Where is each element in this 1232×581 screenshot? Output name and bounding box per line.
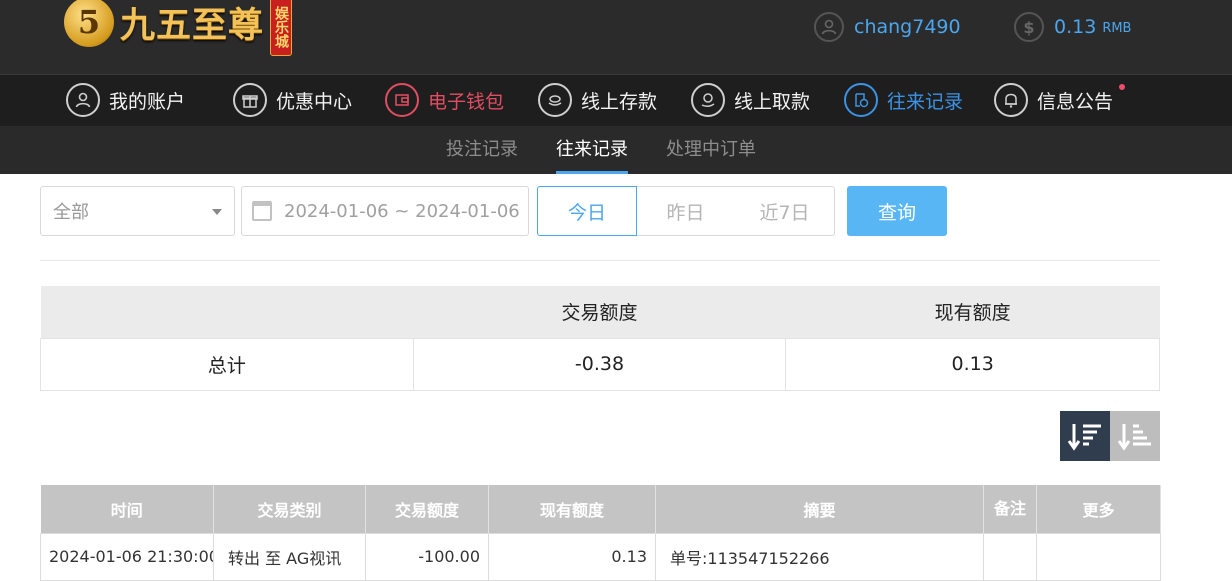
cell-type: 转出 至 AG视讯	[213, 532, 366, 581]
col-header-amount: 交易额度	[365, 485, 489, 533]
col-header-more: 更多	[1036, 485, 1161, 533]
top-header: 5 九五至尊 娱乐城 chang7490 $ 0.13 RMB	[0, 0, 1232, 74]
nav-label: 线上存款	[581, 90, 658, 113]
col-header-type: 交易类别	[213, 485, 366, 533]
tab-bet-records[interactable]: 投注记录	[446, 126, 518, 174]
nav-online-withdraw[interactable]: 线上取款	[691, 82, 810, 118]
summary-row: 总计 -0.38 0.13	[40, 337, 1160, 391]
summary-header-cell: 现有额度	[785, 286, 1160, 338]
bell-icon	[994, 83, 1028, 117]
summary-label: 总计	[40, 337, 414, 391]
nav-my-account[interactable]: 我的账户	[66, 82, 185, 118]
nav-label: 优惠中心	[276, 90, 353, 113]
nav-label: 我的账户	[109, 90, 186, 113]
col-header-summary: 摘要	[655, 485, 984, 533]
date-range-input[interactable]: 2024-01-06 ~ 2024-01-06	[241, 186, 529, 236]
divider	[40, 260, 1160, 261]
range-7days-button[interactable]: 近7日	[735, 186, 835, 236]
nav-transaction-records[interactable]: 往来记录	[844, 82, 963, 118]
col-header-remark: 备注	[983, 485, 1037, 533]
sort-desc-icon	[1067, 424, 1101, 451]
balance-amount: 0.13	[1054, 16, 1097, 38]
user-icon	[66, 83, 100, 117]
date-range-value: 2024-01-06 ~ 2024-01-06	[284, 200, 520, 222]
sort-ascending-button[interactable]	[1110, 411, 1160, 461]
nav-label: 线上取款	[734, 90, 811, 113]
type-select-value: 全部	[53, 202, 89, 223]
cell-amount: -100.00	[365, 532, 489, 581]
summary-balance: 0.13	[785, 337, 1160, 391]
summary-header-cell: 交易额度	[413, 286, 786, 338]
dollar-icon: $	[1014, 12, 1044, 42]
brand-name: 九五至尊	[120, 4, 265, 46]
summary-header-cell	[40, 286, 414, 338]
sort-asc-icon	[1117, 424, 1151, 451]
cell-time: 2024-01-06 21:30:00	[40, 532, 214, 581]
brand-logo[interactable]: 5 九五至尊 娱乐城	[64, 0, 293, 58]
summary-header-row: 交易额度 现有额度	[40, 286, 1160, 338]
deposit-icon	[538, 83, 572, 117]
records-table: 时间 交易类别 交易额度 现有额度 摘要 备注 更多 2024-01-06 21…	[40, 485, 1161, 581]
nav-online-deposit[interactable]: 线上存款	[538, 82, 657, 118]
sub-nav: 投注记录 往来记录 处理中订单	[0, 126, 1232, 174]
nav-label: 往来记录	[887, 90, 964, 113]
tab-pending-orders[interactable]: 处理中订单	[666, 126, 756, 174]
records-header-row: 时间 交易类别 交易额度 现有额度 摘要 备注 更多	[40, 485, 1161, 533]
nav-announcements[interactable]: 信息公告	[994, 82, 1126, 118]
brand-tag: 娱乐城	[270, 0, 293, 56]
caret-down-icon	[212, 209, 222, 215]
logo-mark: 5	[64, 0, 114, 47]
col-header-balance: 现有额度	[488, 485, 656, 533]
wallet-icon	[385, 83, 419, 117]
username: chang7490	[854, 16, 961, 38]
type-select[interactable]: 全部	[40, 186, 235, 236]
query-button[interactable]: 查询	[847, 186, 947, 236]
withdraw-icon	[691, 83, 725, 117]
table-row: 2024-01-06 21:30:00 转出 至 AG视讯 -100.00 0.…	[40, 532, 1161, 581]
balance-currency: RMB	[1102, 21, 1132, 36]
nav-label: 信息公告	[1037, 90, 1114, 113]
range-today-button[interactable]: 今日	[537, 186, 637, 236]
cell-summary: 单号:113547152266	[655, 532, 984, 581]
cell-balance: 0.13	[488, 532, 656, 581]
col-header-time: 时间	[40, 485, 214, 533]
user-avatar-icon	[814, 12, 844, 42]
user-info[interactable]: chang7490	[814, 12, 962, 42]
cell-more[interactable]	[1036, 532, 1161, 581]
summary-table: 交易额度 现有额度 总计 -0.38 0.13	[40, 286, 1160, 391]
nav-label: 电子钱包	[428, 90, 505, 113]
sort-descending-button[interactable]	[1060, 411, 1110, 461]
nav-e-wallet[interactable]: 电子钱包	[385, 82, 504, 118]
records-icon	[844, 83, 878, 117]
nav-promotions[interactable]: 优惠中心	[233, 82, 352, 118]
range-yesterday-button[interactable]: 昨日	[636, 186, 736, 236]
calendar-icon	[252, 201, 272, 221]
main-nav: 我的账户 优惠中心 电子钱包 线上存款 线上取款 往来记录 信息公告	[0, 74, 1232, 126]
gift-icon	[233, 83, 267, 117]
summary-amount: -0.38	[412, 337, 787, 391]
cell-remark	[983, 532, 1037, 581]
notification-dot	[1119, 84, 1126, 90]
balance-display: $ 0.13 RMB	[1014, 12, 1131, 42]
tab-transaction-records[interactable]: 往来记录	[556, 126, 628, 174]
